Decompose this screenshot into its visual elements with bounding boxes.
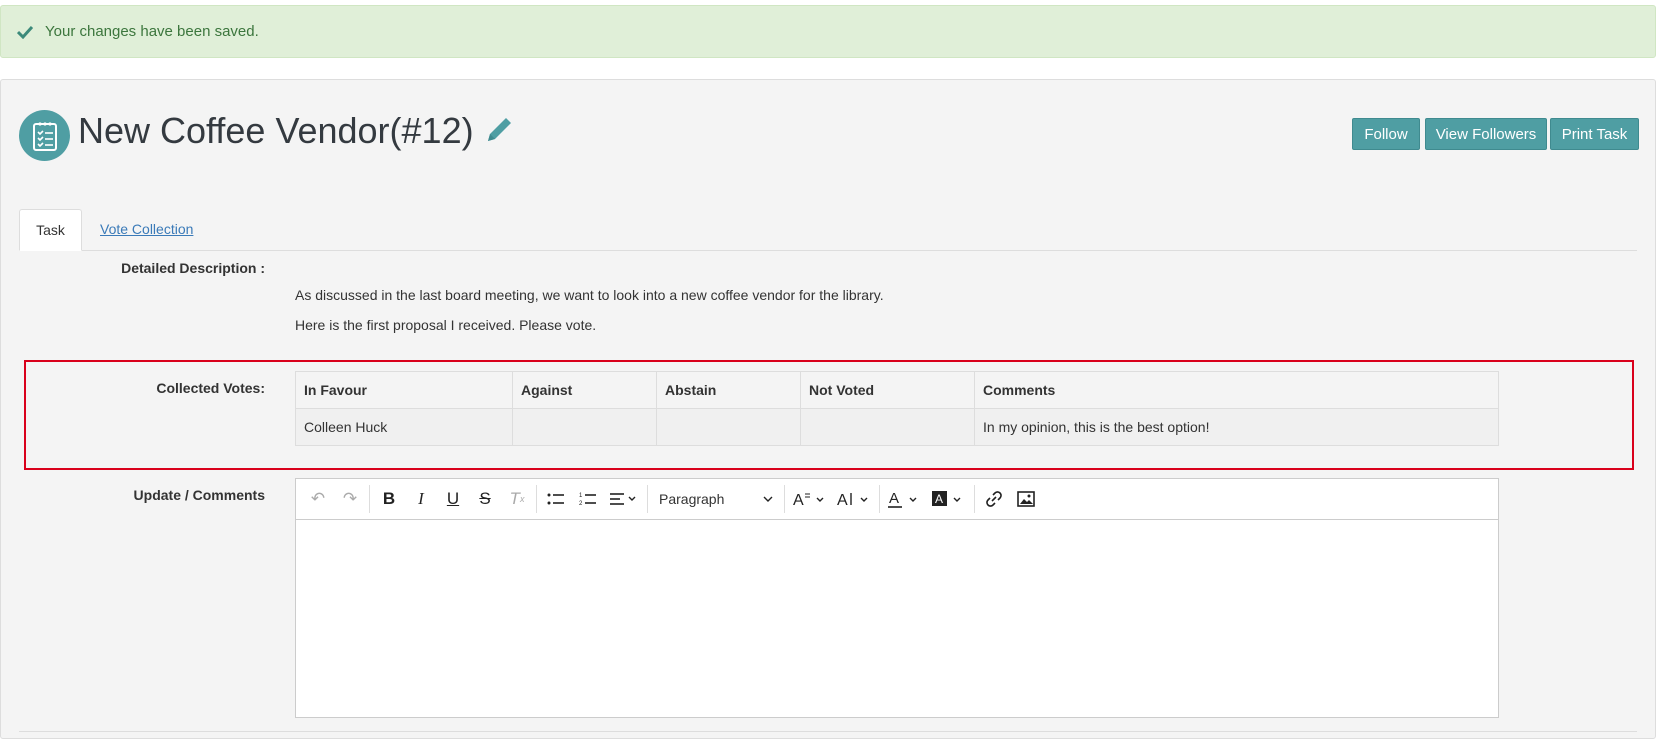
column-header: Comments bbox=[974, 371, 1499, 409]
table-cell bbox=[656, 408, 801, 446]
toolbar-divider bbox=[974, 485, 975, 513]
svg-text:A: A bbox=[935, 492, 943, 506]
highlight-color-icon[interactable]: A bbox=[927, 484, 971, 514]
svg-text:A: A bbox=[837, 492, 848, 508]
clear-format-icon[interactable]: Tx bbox=[501, 484, 533, 514]
table-cell bbox=[800, 408, 975, 446]
table-header-row: In Favour Against Abstain Not Voted Comm… bbox=[295, 371, 1499, 409]
text-color-icon[interactable]: A bbox=[883, 484, 927, 514]
description-line: As discussed in the last board meeting, … bbox=[295, 287, 884, 303]
font-size-icon[interactable]: A bbox=[832, 484, 876, 514]
svg-text:1: 1 bbox=[579, 493, 583, 499]
redo-icon[interactable]: ↷ bbox=[334, 484, 366, 514]
collected-votes-label: Collected Votes: bbox=[156, 380, 265, 396]
table-cell: Colleen Huck bbox=[295, 408, 513, 446]
column-header: Against bbox=[512, 371, 657, 409]
column-header: In Favour bbox=[295, 371, 513, 409]
svg-text:2: 2 bbox=[579, 501, 583, 506]
tab-vote-collection[interactable]: Vote Collection bbox=[100, 221, 193, 237]
success-alert: Your changes have been saved. bbox=[0, 5, 1656, 58]
view-followers-button[interactable]: View Followers bbox=[1425, 118, 1547, 150]
tabs-divider bbox=[19, 250, 1637, 251]
paragraph-format-value: Paragraph bbox=[659, 491, 725, 507]
underline-icon[interactable]: U bbox=[437, 484, 469, 514]
editor-toolbar: ↶ ↷ B I U S Tx 12 Paragraph A A A A bbox=[296, 479, 1498, 520]
numbered-list-icon[interactable]: 12 bbox=[572, 484, 604, 514]
pencil-icon[interactable] bbox=[482, 113, 516, 152]
comments-label: Update / Comments bbox=[133, 487, 265, 503]
column-header: Not Voted bbox=[800, 371, 975, 409]
votes-table: In Favour Against Abstain Not Voted Comm… bbox=[295, 371, 1499, 446]
alert-message: Your changes have been saved. bbox=[45, 23, 259, 40]
print-task-button[interactable]: Print Task bbox=[1550, 118, 1639, 150]
toolbar-divider bbox=[369, 485, 370, 513]
panel-divider bbox=[19, 731, 1637, 732]
toolbar-divider bbox=[536, 485, 537, 513]
tab-task[interactable]: Task bbox=[19, 209, 82, 251]
undo-icon[interactable]: ↶ bbox=[302, 484, 334, 514]
font-family-icon[interactable]: A bbox=[788, 484, 832, 514]
toolbar-divider bbox=[784, 485, 785, 513]
paragraph-format-select[interactable]: Paragraph bbox=[651, 484, 781, 514]
link-icon[interactable] bbox=[978, 484, 1010, 514]
table-cell bbox=[512, 408, 657, 446]
svg-text:A: A bbox=[793, 492, 804, 508]
rich-text-editor: ↶ ↷ B I U S Tx 12 Paragraph A A A A bbox=[295, 478, 1499, 718]
table-row: Colleen Huck In my opinion, this is the … bbox=[295, 408, 1499, 446]
column-header: Abstain bbox=[656, 371, 801, 409]
image-icon[interactable] bbox=[1010, 484, 1042, 514]
italic-icon[interactable]: I bbox=[405, 484, 437, 514]
align-dropdown-icon[interactable] bbox=[604, 484, 644, 514]
description-label: Detailed Description : bbox=[121, 260, 265, 276]
description-line: Here is the first proposal I received. P… bbox=[295, 317, 597, 333]
strikethrough-icon[interactable]: S bbox=[469, 484, 501, 514]
toolbar-divider bbox=[879, 485, 880, 513]
chevron-down-icon bbox=[763, 496, 773, 502]
editor-content-area[interactable] bbox=[296, 520, 1498, 718]
bold-icon[interactable]: B bbox=[373, 484, 405, 514]
toolbar-divider bbox=[647, 485, 648, 513]
check-icon bbox=[17, 23, 35, 41]
page-title: New Coffee Vendor(#12) bbox=[78, 110, 474, 151]
bullet-list-icon[interactable] bbox=[540, 484, 572, 514]
svg-text:A: A bbox=[889, 490, 899, 507]
table-cell: In my opinion, this is the best option! bbox=[974, 408, 1499, 446]
follow-button[interactable]: Follow bbox=[1352, 118, 1420, 150]
task-list-icon bbox=[19, 110, 70, 161]
